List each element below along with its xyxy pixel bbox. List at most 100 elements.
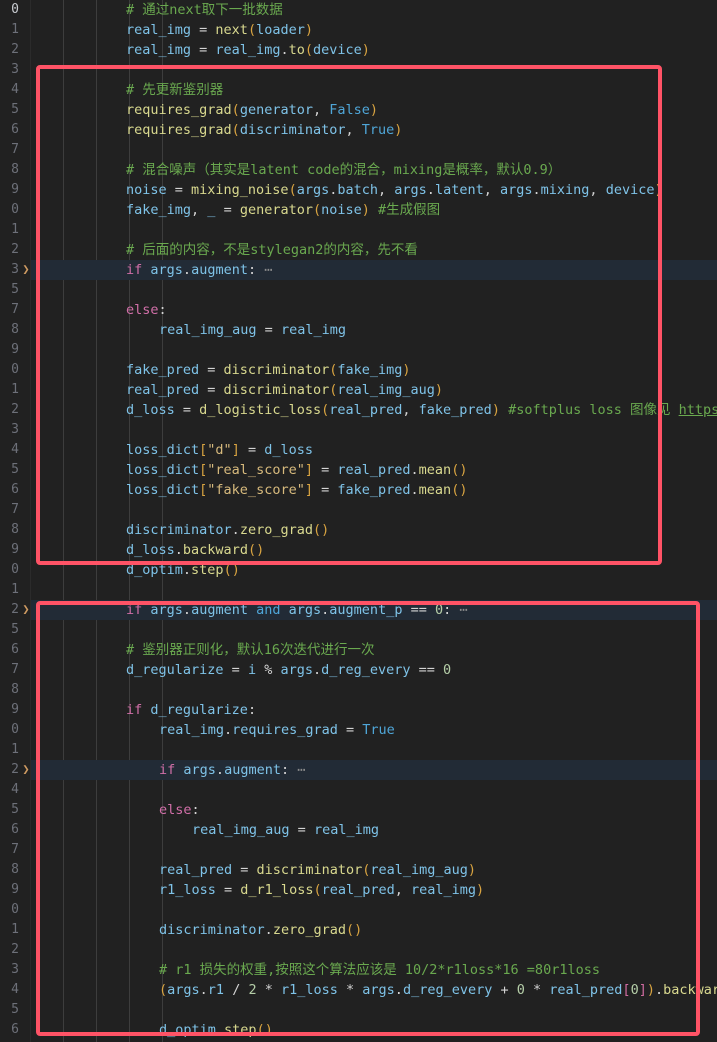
token: ,	[312, 102, 330, 118]
code-text: discriminator.zero_grad()	[30, 520, 329, 540]
code-line[interactable]: real_pred = discriminator(real_img_aug)	[30, 860, 717, 880]
token: generator	[239, 102, 313, 118]
code-line[interactable]: loss_dict["real_score"] = real_pred.mean…	[30, 460, 717, 480]
token: noise	[321, 202, 362, 218]
token: next	[215, 22, 248, 38]
code-line[interactable]: else:	[30, 300, 717, 320]
code-text: discriminator.zero_grad()	[30, 920, 362, 940]
code-line[interactable]	[30, 420, 717, 440]
code-line[interactable]: real_img_aug = real_img	[30, 320, 717, 340]
code-line[interactable]: (args.r1 / 2 * r1_loss * args.d_reg_ever…	[30, 980, 717, 1000]
code-line[interactable]: real_img_aug = real_img	[30, 820, 717, 840]
token: # r1 损失的权重,按照这个算法应该是 10/2*r1loss*16 =80r…	[159, 962, 600, 978]
code-line[interactable]: discriminator.zero_grad()	[30, 520, 717, 540]
line-number: 6	[11, 822, 19, 837]
token: discriminator	[159, 922, 265, 938]
token: .	[174, 542, 183, 558]
code-line[interactable]	[30, 740, 717, 760]
code-text: if d_regularize:	[30, 700, 256, 720]
fold-chevron-icon[interactable]: ❯	[20, 760, 32, 780]
code-line[interactable]: # 鉴别器正则化，默认16次迭代进行一次	[30, 640, 717, 660]
token: else	[159, 802, 192, 818]
code-line-highlighted[interactable]: if args.augment: ⋯	[30, 260, 717, 280]
code-line[interactable]: noise = mixing_noise(args.batch, args.la…	[30, 180, 717, 200]
code-line[interactable]: # r1 损失的权重,按照这个算法应该是 10/2*r1loss*16 =80r…	[30, 960, 717, 980]
line-number: 4	[11, 982, 19, 997]
token: :	[443, 602, 460, 618]
code-line[interactable]	[30, 220, 717, 240]
token[interactable]: https://www.c	[679, 402, 717, 418]
code-line-highlighted[interactable]: if args.augment and args.augment_p == 0:…	[30, 600, 717, 620]
token: =	[232, 862, 257, 878]
code-line[interactable]: real_img = real_img.to(device)	[30, 40, 717, 60]
token: =	[215, 882, 241, 898]
code-line[interactable]: d_loss.backward()	[30, 540, 717, 560]
token: )	[491, 402, 500, 418]
code-line[interactable]: r1_loss = d_r1_loss(real_pred, real_img)	[30, 880, 717, 900]
code-line[interactable]: real_img.requires_grad = True	[30, 720, 717, 740]
line-number: 9	[11, 342, 19, 357]
code-line[interactable]	[30, 940, 717, 960]
token: #softplus loss 图像见	[499, 402, 679, 418]
code-line[interactable]: loss_dict["fake_score"] = fake_pred.mean…	[30, 480, 717, 500]
code-line[interactable]: discriminator.zero_grad()	[30, 920, 717, 940]
code-line[interactable]	[30, 140, 717, 160]
code-content-area[interactable]: # 通过next取下一批数据 real_img = next(loader) rea…	[30, 0, 717, 1042]
code-line-highlighted[interactable]: if args.augment: ⋯	[30, 760, 717, 780]
token: augment	[224, 762, 281, 778]
token: ()	[451, 482, 468, 498]
code-line[interactable]: d_optim.step()	[30, 1020, 717, 1040]
token: if	[126, 602, 143, 618]
code-line[interactable]: d_regularize = i % args.d_reg_every == 0	[30, 660, 717, 680]
token: [	[622, 982, 631, 998]
code-line[interactable]	[30, 580, 717, 600]
code-line[interactable]: real_img = next(loader)	[30, 20, 717, 40]
code-text: d_optim.step()	[30, 1020, 273, 1040]
code-line[interactable]: else:	[30, 800, 717, 820]
code-line[interactable]	[30, 280, 717, 300]
code-text: # 鉴别器正则化，默认16次迭代进行一次	[30, 640, 375, 660]
token: d_loss	[126, 542, 175, 558]
code-line[interactable]	[30, 840, 717, 860]
code-line[interactable]: # 通过next取下一批数据	[30, 0, 717, 20]
token: r1_loss	[280, 982, 338, 998]
code-line[interactable]: requires_grad(generator, False)	[30, 100, 717, 120]
token: ()	[247, 542, 265, 558]
token: real_pred	[549, 982, 623, 998]
code-line[interactable]: d_optim.step()	[30, 560, 717, 580]
code-line[interactable]	[30, 780, 717, 800]
line-number: 0	[11, 2, 19, 17]
code-line[interactable]: fake_pred = discriminator(fake_img)	[30, 360, 717, 380]
code-line[interactable]: fake_img, _ = generator(noise) #生成假图	[30, 200, 717, 220]
code-line[interactable]: real_pred = discriminator(real_img_aug)	[30, 380, 717, 400]
code-line[interactable]	[30, 60, 717, 80]
code-line[interactable]: loss_dict["d"] = d_loss	[30, 440, 717, 460]
code-line[interactable]: if d_regularize:	[30, 700, 717, 720]
code-text: # 通过next取下一批数据	[30, 0, 283, 20]
code-line[interactable]	[30, 680, 717, 700]
fold-chevron-icon[interactable]: ❯	[20, 260, 32, 280]
line-number: 8	[11, 162, 19, 177]
code-line[interactable]: d_loss = d_logistic_loss(real_pred, fake…	[30, 400, 717, 420]
token: backward	[663, 982, 717, 998]
token: fake_img	[126, 202, 192, 218]
code-text: real_img = real_img.to(device)	[30, 40, 370, 60]
token: fake_pred	[337, 482, 411, 498]
line-number: 2	[11, 762, 19, 777]
fold-chevron-icon[interactable]: ❯	[20, 600, 32, 620]
code-line[interactable]: # 先更新鉴别器	[30, 80, 717, 100]
code-line[interactable]: # 后面的内容，不是stylegan2的内容，先不看	[30, 240, 717, 260]
code-line[interactable]	[30, 620, 717, 640]
code-editor[interactable]: 0 1 2 3 4 5 6 7 8 9 0 1 2 3 ❯ 5 7 8 9 0 1 2 3 4 5 6 7 8 9 0 1 2 ❯ 5 6 7 8 9 0 1…	[0, 0, 717, 1042]
line-number: 5	[11, 282, 19, 297]
code-line[interactable]	[30, 340, 717, 360]
code-line[interactable]	[30, 500, 717, 520]
code-line[interactable]: requires_grad(discriminator, True)	[30, 120, 717, 140]
code-line[interactable]: # 混合噪声（其实是latent code的混合，mixing是概率，默认0.9…	[30, 160, 717, 180]
code-text: real_img_aug = real_img	[30, 320, 346, 340]
code-text: if args.augment: ⋯	[30, 260, 272, 280]
token: )	[434, 382, 444, 398]
code-line[interactable]	[30, 900, 717, 920]
line-number: 2	[11, 942, 19, 957]
code-line[interactable]	[30, 1000, 717, 1020]
